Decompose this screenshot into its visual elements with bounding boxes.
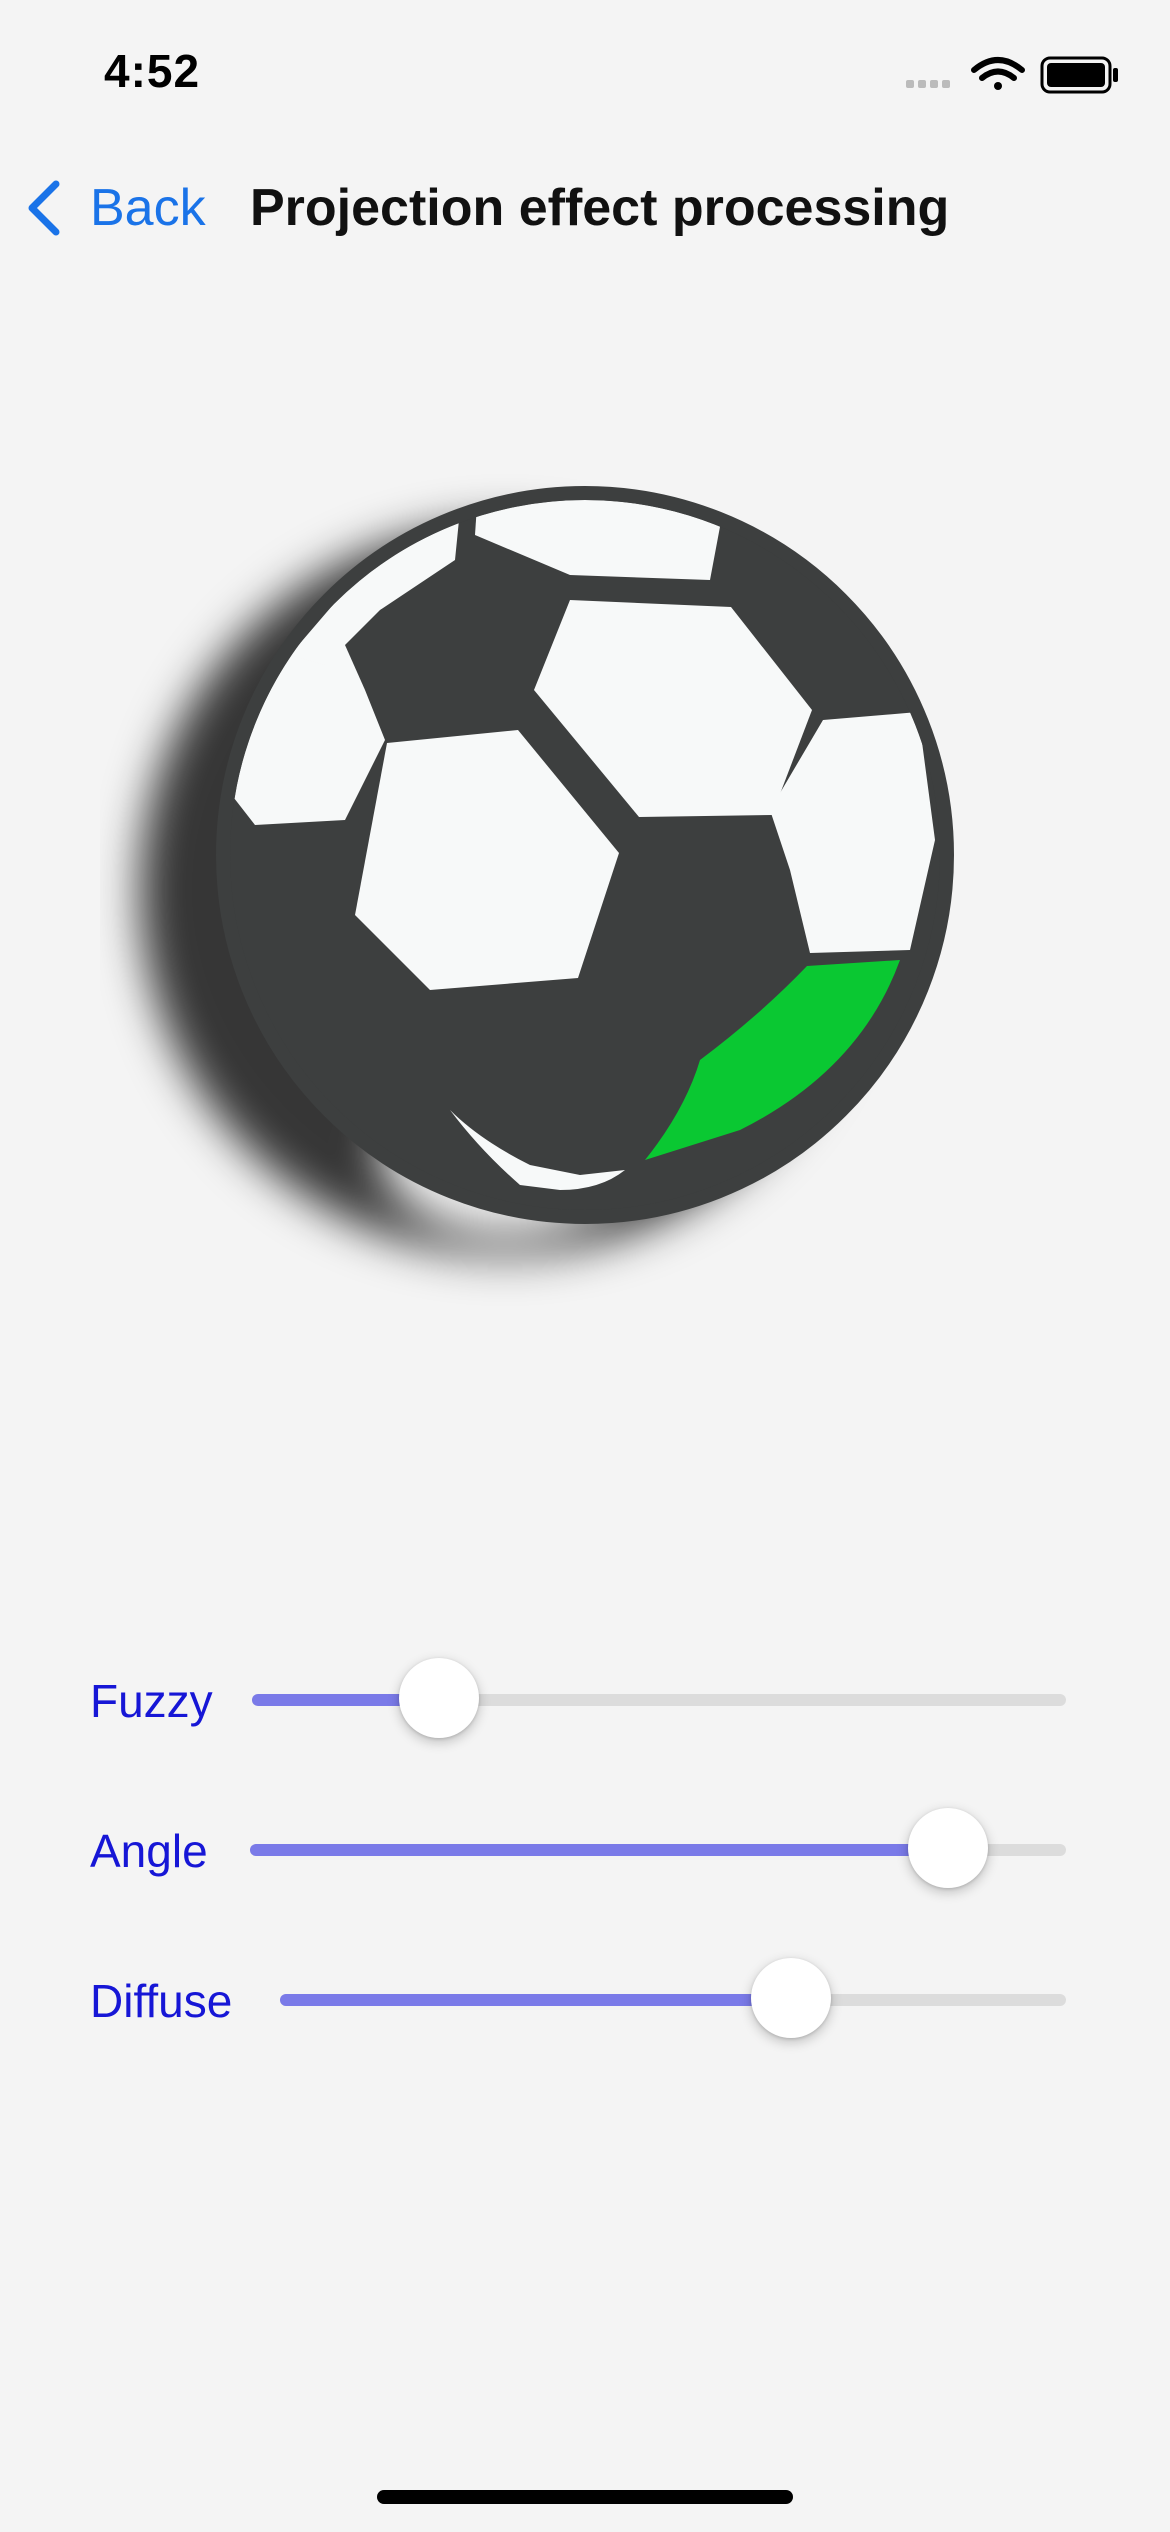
soccer-ball-image [140, 486, 954, 1255]
fuzzy-slider-thumb[interactable] [399, 1658, 480, 1738]
angle-label: Angle [90, 1825, 208, 1877]
fuzzy-label: Fuzzy [90, 1675, 213, 1727]
status-icons [906, 56, 1118, 94]
home-indicator[interactable] [377, 2490, 793, 2504]
diffuse-label: Diffuse [90, 1975, 233, 2027]
fuzzy-slider[interactable] [252, 1658, 1066, 1738]
status-time: 4:52 [104, 45, 201, 97]
angle-slider[interactable] [250, 1808, 1066, 1888]
page-title: Projection effect processing [250, 179, 950, 237]
chevron-left-icon [28, 180, 60, 236]
back-label: Back [90, 179, 206, 237]
ball [216, 486, 954, 1224]
angle-slider-thumb[interactable] [907, 1808, 988, 1888]
diffuse-slider-thumb[interactable] [750, 1958, 831, 2038]
diffuse-slider-fill [280, 1994, 791, 2006]
diffuse-slider-row: Diffuse [90, 1958, 1080, 2040]
angle-slider-fill [250, 1844, 948, 1856]
angle-slider-row: Angle [90, 1808, 1080, 1890]
battery-icon [1040, 56, 1118, 94]
diffuse-slider[interactable] [280, 1958, 1066, 2038]
fuzzy-slider-row: Fuzzy [90, 1658, 1080, 1740]
back-button[interactable]: Back [24, 168, 206, 248]
signal-icon [906, 80, 950, 88]
wifi-icon [971, 57, 1025, 90]
